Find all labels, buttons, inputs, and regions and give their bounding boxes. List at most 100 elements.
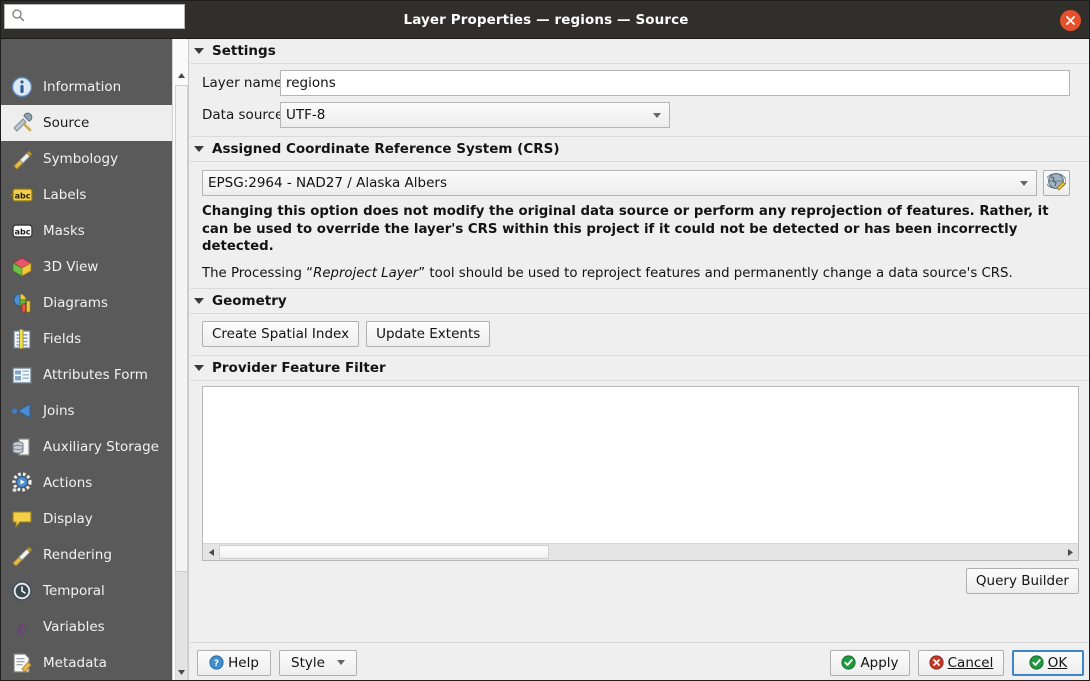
sidebar-item-fields[interactable]: Fields — [1, 321, 172, 357]
scroll-right-icon[interactable] — [1063, 544, 1077, 560]
ok-button[interactable]: OK — [1012, 650, 1084, 676]
sidebar-item-actions[interactable]: Actions — [1, 465, 172, 501]
sidebar-item-label: Auxiliary Storage — [43, 439, 159, 455]
sidebar-scroll-thumb[interactable] — [175, 85, 188, 572]
actions-icon — [10, 471, 34, 495]
style-button[interactable]: Style — [279, 650, 357, 676]
chevron-down-icon — [194, 365, 204, 371]
scroll-down-icon[interactable] — [173, 664, 189, 680]
sidebar-item-label: Information — [43, 79, 121, 95]
symbology-icon — [10, 147, 34, 171]
sidebar-item-source[interactable]: Source — [1, 105, 172, 141]
settings-section-body: Layer name Data source encoding UTF-8 — [190, 63, 1090, 137]
sidebar-item-label: Temporal — [43, 583, 105, 599]
provider-feature-filter-header[interactable]: Provider Feature Filter — [190, 356, 1090, 380]
close-icon[interactable] — [1060, 10, 1081, 31]
display-icon — [10, 507, 34, 531]
sidebar-item-label: Source — [43, 115, 89, 131]
sidebar-item-auxiliary-storage[interactable]: Auxiliary Storage — [1, 429, 172, 465]
sidebar-item-3d-view[interactable]: 3D View — [1, 249, 172, 285]
sidebar-item-label: Joins — [43, 403, 75, 419]
sidebar-item-masks[interactable]: abc Masks — [1, 213, 172, 249]
filter-horizontal-scrollbar[interactable] — [203, 543, 1078, 560]
filter-textarea[interactable] — [203, 387, 1078, 543]
sidebar-item-diagrams[interactable]: Diagrams — [1, 285, 172, 321]
search-input[interactable] — [25, 7, 175, 27]
masks-icon: abc — [10, 219, 34, 243]
svg-text:ε: ε — [17, 617, 27, 638]
rendering-icon — [10, 543, 34, 567]
apply-button[interactable]: Apply — [830, 650, 910, 676]
sidebar-item-joins[interactable]: Joins — [1, 393, 172, 429]
sidebar-scrollbar[interactable] — [172, 39, 189, 681]
crs-note-processing: The Processing “Reproject Layer” tool sh… — [202, 265, 1079, 283]
scroll-up-icon[interactable] — [173, 67, 189, 83]
select-crs-button[interactable] — [1043, 170, 1070, 196]
search-box[interactable] — [4, 4, 185, 29]
sidebar-item-temporal[interactable]: Temporal — [1, 573, 172, 609]
sidebar-item-rendering[interactable]: Rendering — [1, 537, 172, 573]
geometry-section-header[interactable]: Geometry — [190, 289, 1090, 313]
crs-section-header[interactable]: Assigned Coordinate Reference System (CR… — [190, 137, 1090, 161]
sidebar-item-label: Symbology — [43, 151, 118, 167]
svg-text:abc: abc — [15, 228, 31, 237]
layer-name-row: Layer name — [202, 70, 1090, 96]
attributes-form-icon — [10, 363, 34, 387]
cancel-button[interactable]: Cancel — [918, 650, 1004, 676]
chevron-down-icon — [337, 660, 345, 665]
fields-icon — [10, 327, 34, 351]
sidebar-item-label: Attributes Form — [43, 367, 148, 383]
sidebar-item-variables[interactable]: ε Variables — [1, 609, 172, 645]
cancel-label: Cancel — [948, 655, 994, 671]
settings-section-header[interactable]: Settings — [190, 39, 1090, 63]
sidebar-item-label: Labels — [43, 187, 86, 203]
source-panel: Settings Layer name Data source encoding… — [190, 39, 1090, 681]
sidebar-item-label: Masks — [43, 223, 85, 239]
sidebar-item-metadata[interactable]: Metadata — [1, 645, 172, 681]
sidebar-item-display[interactable]: Display — [1, 501, 172, 537]
crs-value: EPSG:2964 - NAD27 / Alaska Albers — [208, 175, 447, 191]
sidebar-item-label: 3D View — [43, 259, 98, 275]
sidebar-item-label: Metadata — [43, 655, 107, 671]
sidebar-item-label: Display — [43, 511, 93, 527]
3d-view-icon — [10, 255, 34, 279]
crs-section-body: EPSG:2964 - NAD27 / Alaska Albers Changi… — [190, 161, 1090, 289]
help-label: Help — [228, 655, 259, 671]
help-button[interactable]: ? Help — [197, 650, 271, 676]
svg-text:abc: abc — [15, 192, 31, 201]
joins-icon — [10, 399, 34, 423]
information-icon — [10, 75, 34, 99]
sidebar-item-label: Actions — [43, 475, 92, 491]
data-source-encoding-select[interactable]: UTF-8 — [280, 102, 670, 128]
crs-select[interactable]: EPSG:2964 - NAD27 / Alaska Albers — [202, 170, 1037, 196]
globe-crs-icon — [1047, 172, 1066, 195]
provider-feature-filter-body: Query Builder — [190, 380, 1090, 602]
sidebar-item-labels[interactable]: abc Labels — [1, 177, 172, 213]
sidebar-item-label: Fields — [43, 331, 81, 347]
sidebar-item-information[interactable]: Information — [1, 69, 172, 105]
sidebar-item-symbology[interactable]: Symbology — [1, 141, 172, 177]
window-title: Layer Properties — regions — Source — [404, 12, 689, 28]
search-icon — [11, 8, 25, 26]
crs-note-suffix: ” tool should be used to reproject featu… — [418, 266, 1012, 281]
crs-header-label: Assigned Coordinate Reference System (CR… — [212, 141, 560, 157]
update-extents-button[interactable]: Update Extents — [366, 321, 490, 347]
crs-note-italic: Reproject Layer — [313, 266, 418, 281]
scroll-left-icon[interactable] — [204, 544, 218, 560]
ok-label: OK — [1048, 655, 1067, 671]
filter-scroll-thumb[interactable] — [219, 545, 549, 559]
layer-name-input[interactable] — [280, 70, 1070, 96]
data-source-encoding-label: Data source encoding — [202, 107, 280, 123]
cancel-icon — [929, 655, 944, 670]
help-icon: ? — [209, 655, 224, 670]
settings-header-label: Settings — [212, 43, 276, 59]
chevron-down-icon — [1020, 181, 1028, 186]
sidebar-item-attributes-form[interactable]: Attributes Form — [1, 357, 172, 393]
layer-properties-dialog: Layer Properties — regions — Source — [0, 0, 1090, 681]
chevron-down-icon — [194, 146, 204, 152]
dialog-button-bar: ? Help Style — [190, 642, 1090, 681]
create-spatial-index-button[interactable]: Create Spatial Index — [202, 321, 359, 347]
geometry-header-label: Geometry — [212, 293, 287, 309]
query-builder-button[interactable]: Query Builder — [966, 568, 1079, 594]
filter-editor[interactable] — [202, 386, 1079, 561]
